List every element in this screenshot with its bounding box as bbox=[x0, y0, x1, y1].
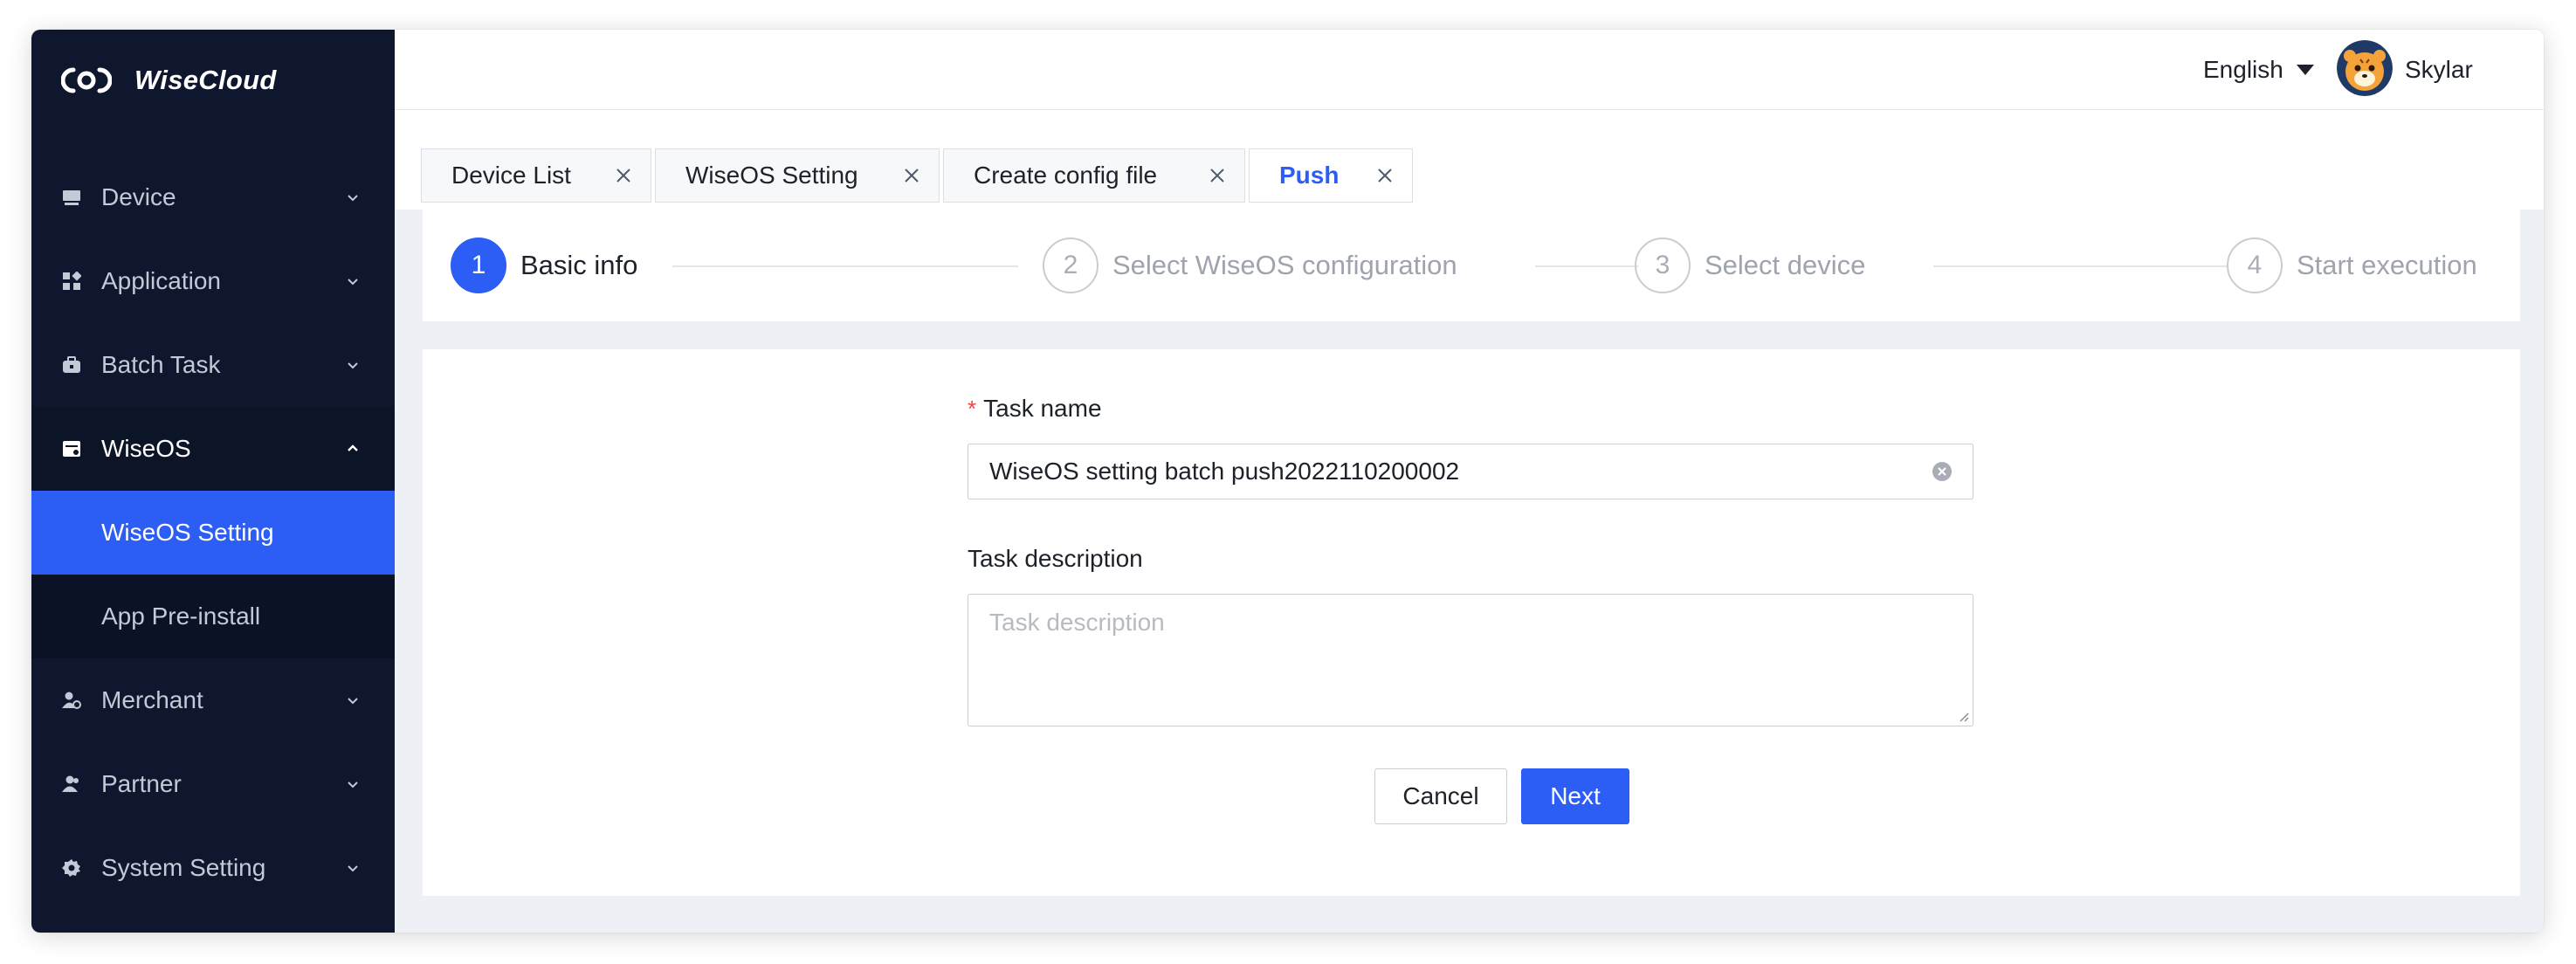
next-button[interactable]: Next bbox=[1521, 768, 1629, 824]
required-mark: * bbox=[968, 395, 977, 422]
close-icon[interactable] bbox=[1208, 166, 1227, 185]
steps-card: 1 Basic info 2 Select WiseOS configurati… bbox=[423, 210, 2520, 321]
chevron-down-icon bbox=[348, 279, 358, 286]
language-label: English bbox=[2203, 56, 2283, 83]
sidebar-subitem-wiseos-setting[interactable]: WiseOS Setting bbox=[31, 491, 395, 575]
sidebar-item-label: Partner bbox=[101, 770, 182, 797]
task-name-value: WiseOS setting batch push2022110200002 bbox=[989, 458, 1460, 485]
language-selector[interactable]: English bbox=[2203, 30, 2315, 110]
sidebar-subitem-app-pre-install[interactable]: App Pre-install bbox=[31, 575, 395, 658]
step-2-number: 2 bbox=[1043, 238, 1099, 293]
sidebar-item-label: WiseOS bbox=[101, 435, 191, 462]
batch-task-icon bbox=[61, 355, 82, 375]
chevron-down-icon bbox=[348, 195, 358, 202]
gear-icon bbox=[61, 857, 82, 878]
top-header: English Skylar bbox=[395, 30, 2544, 110]
sidebar-item-batch-task[interactable]: Batch Task bbox=[31, 323, 395, 407]
tab-label: WiseOS Setting bbox=[685, 162, 858, 189]
device-icon bbox=[61, 187, 82, 208]
application-icon bbox=[61, 271, 82, 292]
step-4-number: 4 bbox=[2227, 238, 2283, 293]
tab-device-list[interactable]: Device List bbox=[421, 148, 651, 203]
sidebar: WiseCloud Device Application Batch Task … bbox=[31, 30, 395, 933]
partner-icon bbox=[61, 774, 82, 795]
step-4-label: Start execution bbox=[2297, 250, 2477, 280]
sidebar-item-system-setting[interactable]: System Setting bbox=[31, 826, 395, 910]
tab-push[interactable]: Push bbox=[1249, 148, 1413, 203]
task-description-placeholder: Task description bbox=[989, 609, 1165, 636]
step-connector bbox=[672, 265, 1018, 267]
app-name: WiseCloud bbox=[134, 65, 277, 95]
chevron-down-icon bbox=[348, 782, 358, 788]
wiseos-icon bbox=[61, 438, 82, 459]
wisecloud-logo-icon bbox=[61, 67, 112, 93]
task-description-label: Task description bbox=[968, 545, 1143, 572]
step-connector bbox=[1535, 265, 1638, 267]
step-3-number: 3 bbox=[1635, 238, 1691, 293]
tab-label: Create config file bbox=[974, 162, 1158, 189]
chevron-down-icon bbox=[348, 698, 358, 705]
clear-icon[interactable] bbox=[1931, 460, 1953, 483]
step-connector bbox=[1933, 265, 2227, 267]
step-1-label: Basic info bbox=[520, 250, 638, 280]
tab-label: Device List bbox=[451, 162, 571, 189]
sidebar-item-wiseos[interactable]: WiseOS bbox=[31, 407, 395, 491]
step-2-label: Select WiseOS configuration bbox=[1112, 250, 1457, 280]
tab-label: Push bbox=[1279, 162, 1340, 189]
sidebar-item-device[interactable]: Device bbox=[31, 155, 395, 239]
tabs-bar: Device List WiseOS Setting Create config… bbox=[395, 110, 2544, 210]
step-3-label: Select device bbox=[1705, 250, 1866, 280]
sidebar-item-label: Application bbox=[101, 267, 221, 294]
sidebar-subitem-label: WiseOS Setting bbox=[101, 519, 274, 546]
sidebar-item-application[interactable]: Application bbox=[31, 239, 395, 323]
merchant-icon bbox=[61, 690, 82, 711]
close-icon[interactable] bbox=[1375, 166, 1395, 185]
task-name-label: * Task name bbox=[968, 395, 1102, 423]
avatar[interactable] bbox=[2337, 40, 2393, 96]
task-name-label-text: Task name bbox=[983, 395, 1102, 422]
chevron-up-icon bbox=[348, 444, 358, 451]
task-description-textarea[interactable]: Task description bbox=[968, 594, 1973, 726]
logo[interactable]: WiseCloud bbox=[61, 63, 277, 98]
cancel-button[interactable]: Cancel bbox=[1374, 768, 1507, 824]
tab-create-config-file[interactable]: Create config file bbox=[943, 148, 1245, 203]
close-icon[interactable] bbox=[614, 166, 633, 185]
sidebar-item-label: Batch Task bbox=[101, 351, 221, 378]
caret-down-icon bbox=[2296, 65, 2314, 75]
step-1-number: 1 bbox=[451, 238, 506, 293]
sidebar-nav: Device Application Batch Task WiseOS Wis… bbox=[31, 155, 395, 910]
chevron-down-icon bbox=[348, 362, 358, 369]
chevron-down-icon bbox=[348, 865, 358, 872]
sidebar-item-merchant[interactable]: Merchant bbox=[31, 658, 395, 742]
task-name-input[interactable]: WiseOS setting batch push2022110200002 bbox=[968, 444, 1973, 499]
sidebar-subitem-label: App Pre-install bbox=[101, 602, 261, 630]
sidebar-item-label: Device bbox=[101, 183, 176, 210]
tab-wiseos-setting[interactable]: WiseOS Setting bbox=[655, 148, 940, 203]
close-icon[interactable] bbox=[902, 166, 921, 185]
sidebar-item-label: Merchant bbox=[101, 686, 203, 713]
username[interactable]: Skylar bbox=[2405, 30, 2473, 110]
form-card: * Task name WiseOS setting batch push202… bbox=[423, 349, 2520, 896]
resize-handle-icon[interactable] bbox=[1957, 710, 1969, 722]
sidebar-item-partner[interactable]: Partner bbox=[31, 742, 395, 826]
app-window: WiseCloud Device Application Batch Task … bbox=[31, 30, 2544, 933]
sidebar-item-label: System Setting bbox=[101, 854, 266, 881]
